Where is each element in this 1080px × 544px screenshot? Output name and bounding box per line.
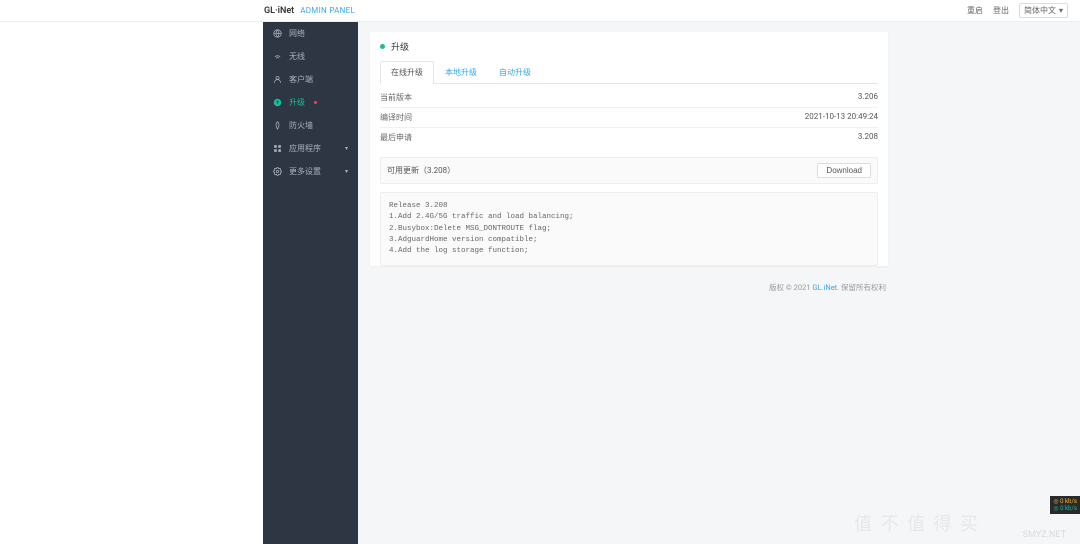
firewall-icon [273,121,282,130]
speed-up: ◎ 0 kb/s [1053,498,1077,505]
user-icon [273,75,282,84]
upgrade-card: 升级 在线升级 本地升级 自动升级 当前版本 3.206 [370,32,888,266]
info-value: 2021-10-13 20:49:24 [805,112,878,123]
notification-dot-icon [314,101,317,104]
footer: 版权 © 2021 GL.iNet. 保留所有权利 [370,276,888,293]
info-label: 最后申请 [380,132,412,143]
release-notes: Release 3.208 1.Add 2.4G/5G traffic and … [380,192,878,266]
panel-label: ADMIN PANEL [300,6,355,15]
sidebar-item-label: 防火墙 [289,120,313,131]
chevron-down-icon: ▾ [345,168,348,175]
sidebar-item-label: 应用程序 [289,143,321,154]
sidebar-item-label: 升级 [289,97,305,108]
tab-online-upgrade[interactable]: 在线升级 [380,61,434,84]
sidebar-item-more-settings[interactable]: 更多设置 ▾ [263,160,358,183]
sidebar: 网络 无线 客户端 升级 [263,22,358,544]
sidebar-item-label: 网络 [289,28,305,39]
tab-local-upgrade[interactable]: 本地升级 [434,61,488,84]
chevron-down-icon: ▾ [345,145,348,152]
language-select[interactable]: 简体中文 ▾ [1019,3,1068,18]
tab-auto-upgrade[interactable]: 自动升级 [488,61,542,84]
available-update-row: 可用更新（3.208） Download [380,157,878,184]
reboot-link[interactable]: 重启 [967,5,983,16]
logout-link[interactable]: 登出 [993,5,1009,16]
sidebar-item-applications[interactable]: 应用程序 ▾ [263,137,358,160]
info-value: 3.206 [858,92,878,103]
sidebar-item-label: 客户端 [289,74,313,85]
sidebar-item-clients[interactable]: 客户端 [263,68,358,91]
info-label: 当前版本 [380,92,412,103]
main-content: 升级 在线升级 本地升级 自动升级 当前版本 3.206 [358,22,1080,544]
sidebar-item-firewall[interactable]: 防火墙 [263,114,358,137]
footer-link[interactable]: GL.iNet. [812,283,839,292]
info-value: 3.208 [858,132,878,143]
sidebar-item-network[interactable]: 网络 [263,22,358,45]
wifi-icon [273,52,282,61]
sidebar-item-label: 更多设置 [289,166,321,177]
header-actions: 重启 登出 简体中文 ▾ [967,3,1068,18]
logo: GL·iNet ADMIN PANEL [264,6,355,16]
info-row-build-time: 编译时间 2021-10-13 20:49:24 [380,108,878,128]
available-update-label: 可用更新（3.208） [387,165,455,176]
speed-badge: ◎ 0 kb/s ◎ 0 kb/s [1050,496,1080,514]
copyright-suffix: 保留所有权利 [839,283,886,292]
sidebar-item-upgrade[interactable]: 升级 [263,91,358,114]
info-label: 编译时间 [380,112,412,123]
copyright-prefix: 版权 © 2021 [769,283,812,292]
card-header: 升级 [370,32,888,61]
globe-icon [273,29,282,38]
language-label: 简体中文 [1024,5,1056,16]
chevron-down-icon: ▾ [1059,6,1063,15]
settings-icon [273,167,282,176]
info-row-latest: 最后申请 3.208 [380,128,878,147]
upgrade-icon [273,98,282,107]
info-rows: 当前版本 3.206 编译时间 2021-10-13 20:49:24 最后申请… [370,84,888,151]
apps-icon [273,144,282,153]
page-title: 升级 [391,40,409,53]
sidebar-item-wireless[interactable]: 无线 [263,45,358,68]
header: GL·iNet ADMIN PANEL 重启 登出 简体中文 ▾ [0,0,1080,22]
tabs: 在线升级 本地升级 自动升级 [370,61,888,84]
brand-name: GL·iNet [264,6,294,16]
status-dot-icon [380,44,385,49]
speed-down: ◎ 0 kb/s [1053,505,1077,512]
download-button[interactable]: Download [817,163,871,178]
info-row-current-version: 当前版本 3.206 [380,88,878,108]
sidebar-item-label: 无线 [289,51,305,62]
